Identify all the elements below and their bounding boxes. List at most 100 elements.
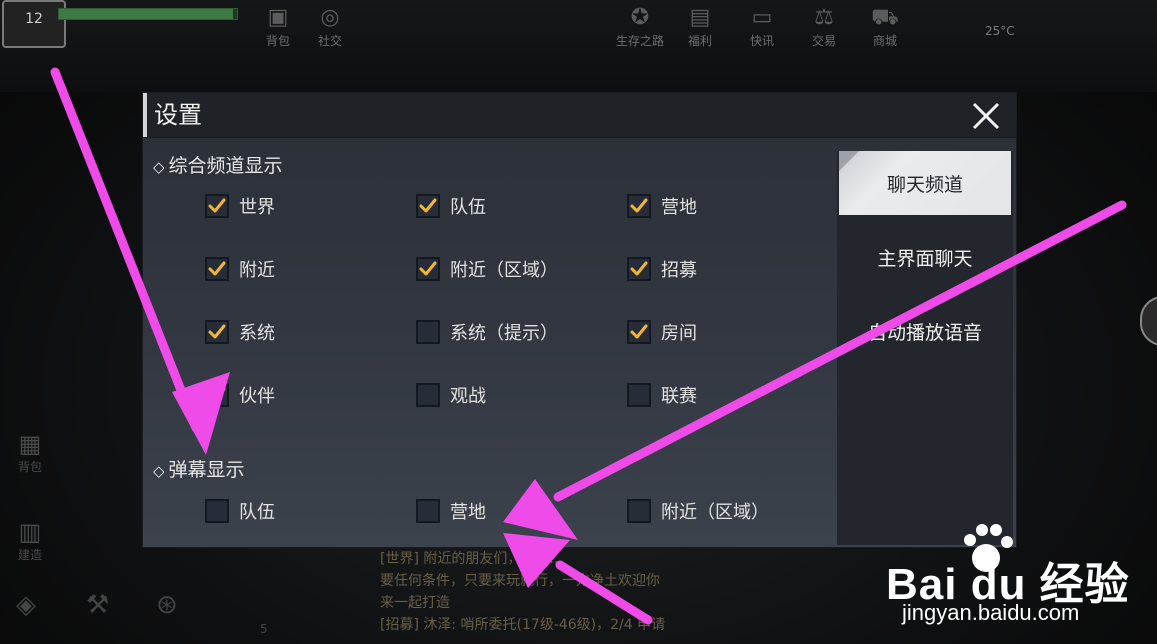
close-icon bbox=[972, 102, 1000, 130]
map-icon[interactable]: ◈ bbox=[16, 590, 36, 620]
bag-icon: ▦ bbox=[18, 430, 42, 458]
trade-button[interactable]: ⚖ 交易 bbox=[794, 4, 854, 49]
option-label: 队伍 bbox=[239, 502, 275, 523]
steering-wheel-icon[interactable]: ⊛ bbox=[156, 590, 178, 620]
cart-icon: ⛟ bbox=[871, 5, 899, 30]
left-build-button[interactable]: ▥ 建造 bbox=[10, 518, 50, 563]
channel-option[interactable]: 附近（区域） bbox=[627, 497, 769, 525]
chat-line: 要任何条件，只要来玩就行，一方净土欢迎你 bbox=[380, 573, 660, 589]
channel-option[interactable]: 世界 bbox=[205, 192, 275, 220]
option-label: 观战 bbox=[450, 386, 486, 407]
chat-line: [世界] 附近的朋友们，一起... bbox=[380, 551, 563, 567]
header-accent-bar bbox=[143, 93, 147, 137]
checkmark-icon bbox=[630, 261, 648, 276]
channel-option[interactable]: 附近（区域） bbox=[416, 255, 558, 283]
channel-option[interactable]: 队伍 bbox=[416, 192, 486, 220]
option-label: 世界 bbox=[239, 197, 275, 218]
news-button[interactable]: ▭ 快讯 bbox=[732, 4, 792, 49]
checkbox[interactable] bbox=[627, 194, 651, 218]
checkbox[interactable] bbox=[416, 320, 440, 344]
dialog-title: 设置 bbox=[154, 101, 202, 129]
option-label: 伙伴 bbox=[239, 386, 275, 407]
build-icon: ▥ bbox=[18, 518, 42, 546]
option-label: 附近（区域） bbox=[450, 260, 558, 281]
bottom-count-badge: 5 bbox=[260, 622, 268, 636]
checkbox[interactable] bbox=[205, 499, 229, 523]
channel-option[interactable]: 观战 bbox=[416, 381, 486, 409]
channel-option[interactable]: 营地 bbox=[627, 192, 697, 220]
player-level-badge: 12 bbox=[2, 0, 66, 48]
chat-feed: [世界] 附近的朋友们，一起... 要任何条件，只要来玩就行，一方净土欢迎你 来… bbox=[380, 548, 760, 644]
hud-top-bar: 12 ▣ 背包 ◎ 社交 ✪ 生存之路 ▤ 福利 ▭ 快讯 ⚖ 交易 ⛟ 商城 25°C bbox=[0, 0, 1157, 92]
option-label: 联赛 bbox=[661, 386, 697, 407]
hammer-icon[interactable]: ⚒ bbox=[86, 590, 109, 620]
section-danmaku-title: ◇ 弹幕显示 bbox=[153, 459, 245, 481]
gift-icon: ▤ bbox=[689, 5, 711, 30]
checkbox[interactable] bbox=[205, 383, 229, 407]
settings-dialog: 设置 ◇ 综合频道显示 世界 队伍 营地 附近 附近（区域） 招募 系统 系统（提示） 房间 伙伴观… bbox=[143, 93, 1016, 547]
shield-star-icon: ✪ bbox=[630, 5, 650, 30]
checkbox[interactable] bbox=[416, 194, 440, 218]
checkbox[interactable] bbox=[627, 320, 651, 344]
tab-main-chat[interactable]: 主界面聊天 bbox=[839, 225, 1011, 289]
option-label: 营地 bbox=[661, 197, 697, 218]
option-label: 系统（提示） bbox=[450, 323, 558, 344]
checkbox[interactable] bbox=[205, 320, 229, 344]
health-bar-fill bbox=[59, 9, 234, 19]
channel-option[interactable]: 系统 bbox=[205, 318, 275, 346]
dialog-header: 设置 bbox=[143, 93, 1016, 138]
section-general-title: ◇ 综合频道显示 bbox=[153, 155, 283, 177]
social-button[interactable]: ◎ 社交 bbox=[300, 4, 360, 49]
backpack-icon: ▣ bbox=[267, 5, 289, 30]
checkmark-icon bbox=[208, 261, 226, 276]
shop-button[interactable]: ⛟ 商城 bbox=[855, 4, 915, 49]
checkbox[interactable] bbox=[205, 194, 229, 218]
backpack-button[interactable]: ▣ 背包 bbox=[248, 4, 308, 49]
diamond-bullet-icon: ◇ bbox=[153, 158, 165, 176]
option-label: 队伍 bbox=[450, 197, 486, 218]
close-button[interactable] bbox=[969, 99, 1003, 133]
channel-option[interactable]: 营地 bbox=[416, 497, 486, 525]
chat-line: 来一起打造 bbox=[380, 595, 450, 611]
channel-option[interactable]: 联赛 bbox=[627, 381, 697, 409]
checkbox[interactable] bbox=[416, 383, 440, 407]
scale-icon: ⚖ bbox=[814, 5, 834, 30]
checkbox[interactable] bbox=[627, 499, 651, 523]
channel-option[interactable]: 房间 bbox=[627, 318, 697, 346]
checkbox[interactable] bbox=[627, 257, 651, 281]
option-label: 附近（区域） bbox=[661, 502, 769, 523]
checkmark-icon bbox=[208, 387, 226, 402]
tab-auto-voice[interactable]: 自动播放语音 bbox=[839, 299, 1011, 363]
channel-option[interactable]: 系统（提示） bbox=[416, 318, 558, 346]
checkbox[interactable] bbox=[627, 383, 651, 407]
option-label: 附近 bbox=[239, 260, 275, 281]
social-icon: ◎ bbox=[320, 5, 340, 30]
option-label: 房间 bbox=[661, 323, 697, 344]
checkbox[interactable] bbox=[205, 257, 229, 281]
chat-line: [招募] 沐泽: 哨所委托(17级-46级)，2/4 申请 bbox=[380, 617, 666, 633]
channel-option[interactable]: 附近 bbox=[205, 255, 275, 283]
checkmark-icon bbox=[630, 198, 648, 213]
checkbox[interactable] bbox=[416, 499, 440, 523]
option-label: 系统 bbox=[239, 323, 275, 344]
checkmark-icon bbox=[419, 261, 437, 276]
tab-chat-channel[interactable]: 聊天频道 bbox=[839, 151, 1011, 215]
settings-tab-panel: 聊天频道 主界面聊天 自动播放语音 bbox=[837, 151, 1013, 545]
diamond-bullet-icon: ◇ bbox=[153, 462, 165, 480]
survival-road-button[interactable]: ✪ 生存之路 bbox=[610, 4, 670, 49]
news-icon: ▭ bbox=[751, 5, 773, 30]
channel-option[interactable]: 队伍 bbox=[205, 497, 275, 525]
option-label: 营地 bbox=[450, 502, 486, 523]
checkmark-icon bbox=[208, 198, 226, 213]
health-bar bbox=[58, 8, 238, 20]
checkmark-icon bbox=[630, 324, 648, 339]
channel-option[interactable]: 招募 bbox=[627, 255, 697, 283]
left-bag-button[interactable]: ▦ 背包 bbox=[10, 430, 50, 475]
checkmark-icon bbox=[419, 198, 437, 213]
welfare-button[interactable]: ▤ 福利 bbox=[670, 4, 730, 49]
checkbox[interactable] bbox=[416, 257, 440, 281]
temperature-readout: 25°C bbox=[985, 24, 1015, 38]
channel-option[interactable]: 伙伴 bbox=[205, 381, 275, 409]
option-label: 招募 bbox=[661, 260, 697, 281]
checkmark-icon bbox=[208, 324, 226, 339]
